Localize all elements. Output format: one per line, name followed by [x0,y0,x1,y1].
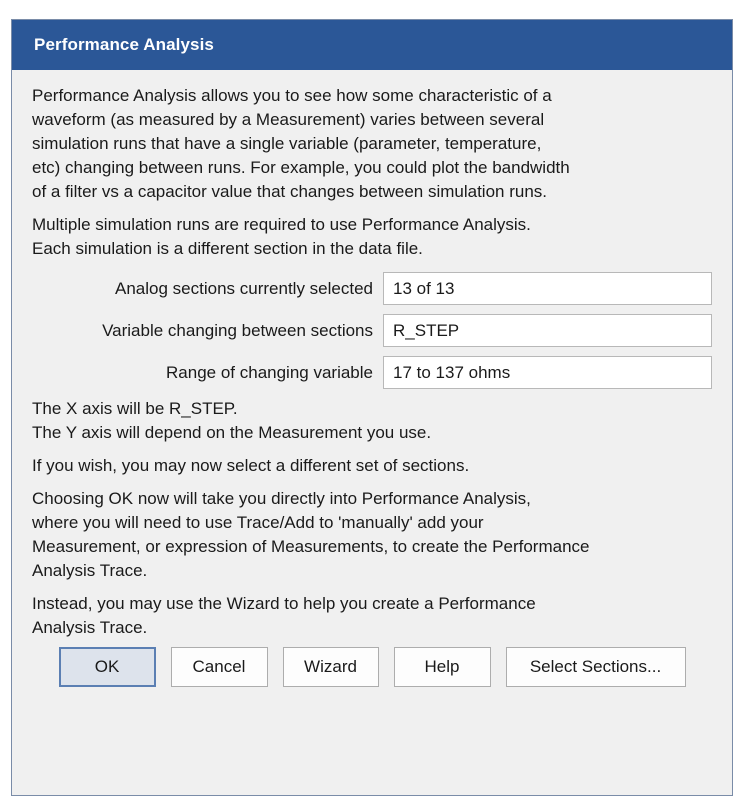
cancel-button[interactable]: Cancel [170,647,268,687]
field-row-sections-selected: Analog sections currently selected 13 of… [32,270,712,307]
intro-line: simulation runs that have a single varia… [32,134,542,153]
changing-variable-field[interactable]: R_STEP [383,314,712,347]
variable-range-field[interactable]: 17 to 137 ohms [383,356,712,389]
title-bar[interactable]: Performance Analysis [12,20,732,70]
requirement-line: Each simulation is a different section i… [32,239,423,258]
field-row-variable-range: Range of changing variable 17 to 137 ohm… [32,354,712,391]
ok-note-line: Choosing OK now will take you directly i… [32,489,531,508]
button-row: OK Cancel Wizard Help Select Sections... [32,647,712,687]
help-button[interactable]: Help [393,647,491,687]
dialog-body: Performance Analysis allows you to see h… [12,70,732,687]
field-label: Analog sections currently selected [115,278,373,298]
sections-selected-field[interactable]: 13 of 13 [383,272,712,305]
axis-info-line: The X axis will be R_STEP. [32,399,238,418]
ok-button[interactable]: OK [58,647,156,687]
select-note-line: If you wish, you may now select a differ… [32,456,470,475]
requirement-text: Multiple simulation runs are required to… [32,213,712,261]
intro-line: of a filter vs a capacitor value that ch… [32,182,548,201]
field-row-changing-variable: Variable changing between sections R_STE… [32,312,712,349]
performance-analysis-dialog: Performance Analysis Performance Analysi… [11,19,733,796]
intro-line: etc) changing between runs. For example,… [32,158,570,177]
ok-note-text: Choosing OK now will take you directly i… [32,487,712,583]
intro-text: Performance Analysis allows you to see h… [32,84,712,204]
field-label: Range of changing variable [166,362,373,382]
select-note-text: If you wish, you may now select a differ… [32,454,712,478]
ok-note-line: where you will need to use Trace/Add to … [32,513,484,532]
wizard-note-text: Instead, you may use the Wizard to help … [32,592,712,640]
wizard-button[interactable]: Wizard [282,647,379,687]
axis-info-line: The Y axis will depend on the Measuremen… [32,423,432,442]
wizard-note-line: Analysis Trace. [32,618,148,637]
field-label: Variable changing between sections [102,320,373,340]
ok-note-line: Analysis Trace. [32,561,148,580]
info-fields: Analog sections currently selected 13 of… [32,270,712,391]
intro-line: Performance Analysis allows you to see h… [32,86,552,105]
dialog-title: Performance Analysis [34,35,214,54]
axis-info-text: The X axis will be R_STEP. The Y axis wi… [32,397,712,445]
intro-line: waveform (as measured by a Measurement) … [32,110,545,129]
select-sections-button[interactable]: Select Sections... [505,647,686,687]
wizard-note-line: Instead, you may use the Wizard to help … [32,594,536,613]
requirement-line: Multiple simulation runs are required to… [32,215,531,234]
ok-note-line: Measurement, or expression of Measuremen… [32,537,590,556]
